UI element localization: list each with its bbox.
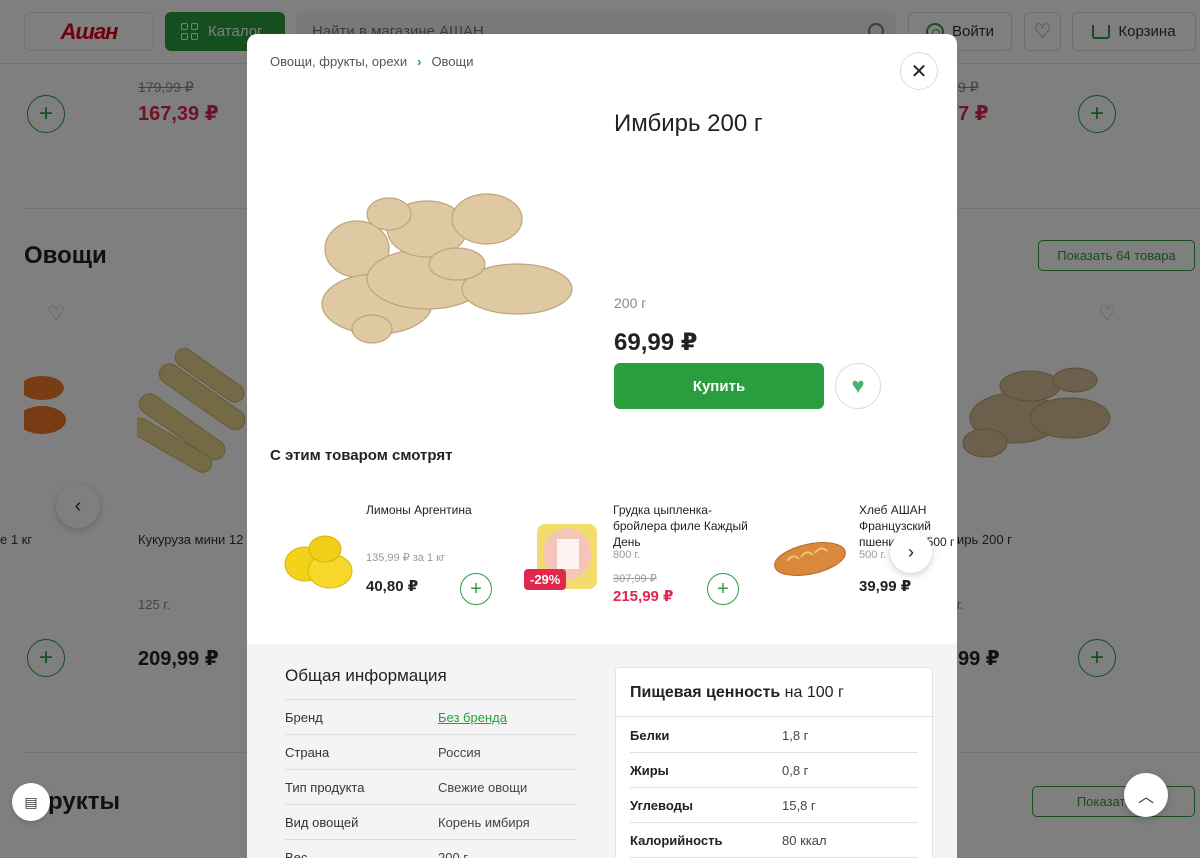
product-image-lemons: [284, 535, 353, 589]
nutrition-key: Белки: [630, 727, 670, 743]
brand-link[interactable]: Без бренда: [438, 710, 507, 725]
nutrition-value: 80 ккал: [782, 832, 827, 848]
general-info-title: Общая информация: [285, 666, 447, 685]
chevron-right-icon: ›: [908, 541, 914, 562]
related-product-unit-price: 135,99 ₽ за 1 кг: [366, 552, 445, 564]
carousel-next-button[interactable]: ›: [890, 531, 932, 573]
info-row: Вес 200 г: [285, 839, 577, 858]
info-row: Страна Россия: [285, 734, 577, 769]
related-product-old-price: 307,99 ₽: [613, 573, 657, 585]
nutrition-row: Калорийность 80 ккал: [630, 823, 918, 858]
info-value: Корень имбиря: [438, 814, 530, 830]
heart-icon: ♥: [851, 373, 865, 398]
related-product-price: 40,80 ₽: [366, 578, 419, 595]
info-key: Вид овощей: [285, 814, 359, 830]
info-key: Бренд: [285, 709, 323, 725]
add-to-favorites-button[interactable]: ♥: [835, 363, 881, 409]
info-row: Тип продукта Свежие овощи: [285, 769, 577, 804]
nutrition-key: Калорийность: [630, 832, 723, 848]
related-product-price: 39,99 ₽: [859, 578, 912, 595]
related-product-name[interactable]: Грудка цыпленка-бройлера филе Каждый Ден…: [613, 502, 753, 550]
chat-button[interactable]: ▤: [12, 783, 50, 821]
chevron-up-icon: ︿: [1137, 789, 1154, 806]
chat-icon: ▤: [24, 793, 38, 810]
related-title: С этим товаром смотрят: [270, 447, 453, 464]
info-row: Бренд Без бренда: [285, 699, 577, 734]
info-value: Россия: [438, 744, 481, 760]
related-product-weight: 800 г.: [613, 549, 641, 561]
product-image-bread: [774, 542, 846, 576]
nutrition-row: Углеводы 15,8 г: [630, 788, 918, 823]
info-value: Свежие овощи: [438, 779, 528, 795]
product-details: Общая информация Бренд Без бренда Страна…: [247, 644, 957, 858]
nutrition-table: Белки 1,8 г Жиры 0,8 г Углеводы 15,8 г К…: [630, 718, 918, 858]
nutrition-key: Жиры: [630, 762, 669, 778]
close-icon: ✕: [910, 60, 928, 83]
related-product-card[interactable]: Лимоны Аргентина 135,99 ₽ за 1 кг 40,80 …: [270, 499, 510, 619]
nutrition-title: Пищевая ценность на 100 г: [630, 684, 844, 701]
add-to-cart-button[interactable]: +: [460, 573, 492, 605]
related-product-card[interactable]: Грудка цыпленка-бройлера филе Каждый Ден…: [517, 499, 757, 619]
breadcrumb-item[interactable]: Овощи, фрукты, орехи: [270, 54, 407, 69]
related-product-price: 215,99 ₽: [613, 588, 674, 605]
product-weight: 200 г: [614, 295, 647, 311]
info-row: Вид овощей Корень имбиря: [285, 804, 577, 839]
general-info-table: Бренд Без бренда Страна Россия Тип проду…: [285, 699, 577, 858]
nutrition-row: Белки 1,8 г: [630, 718, 918, 753]
info-value: 200 г: [438, 849, 469, 858]
close-button[interactable]: ✕: [900, 52, 938, 90]
nutrition-key: Углеводы: [630, 797, 693, 813]
product-image-ginger: [321, 193, 573, 344]
info-key: Страна: [285, 744, 330, 760]
breadcrumb: Овощи, фрукты, орехи › Овощи: [270, 54, 474, 69]
discount-badge: -29%: [524, 569, 567, 590]
divider: [616, 716, 932, 717]
nutrition-panel: Пищевая ценность на 100 г Белки 1,8 г Жи…: [615, 667, 933, 858]
info-key: Вес: [285, 849, 308, 858]
info-key: Тип продукта: [285, 779, 365, 795]
product-modal: Овощи, фрукты, орехи › Овощи ✕ Имбирь 20…: [247, 34, 957, 858]
related-product-name[interactable]: Лимоны Аргентина: [366, 502, 506, 518]
breadcrumb-item[interactable]: Овощи: [431, 54, 473, 69]
product-title: Имбирь 200 г: [614, 110, 763, 137]
nutrition-value: 0,8 г: [782, 762, 809, 778]
buy-button[interactable]: Купить: [614, 363, 824, 409]
nutrition-value: 1,8 г: [782, 727, 809, 743]
scroll-up-button[interactable]: ︿: [1124, 773, 1168, 817]
chevron-right-icon: ›: [417, 54, 422, 69]
nutrition-value: 15,8 г: [782, 797, 816, 813]
related-product-weight: 500 г.: [859, 549, 887, 561]
nutrition-row: Жиры 0,8 г: [630, 753, 918, 788]
product-price: 69,99 ₽: [614, 329, 698, 356]
add-to-cart-button[interactable]: +: [707, 573, 739, 605]
